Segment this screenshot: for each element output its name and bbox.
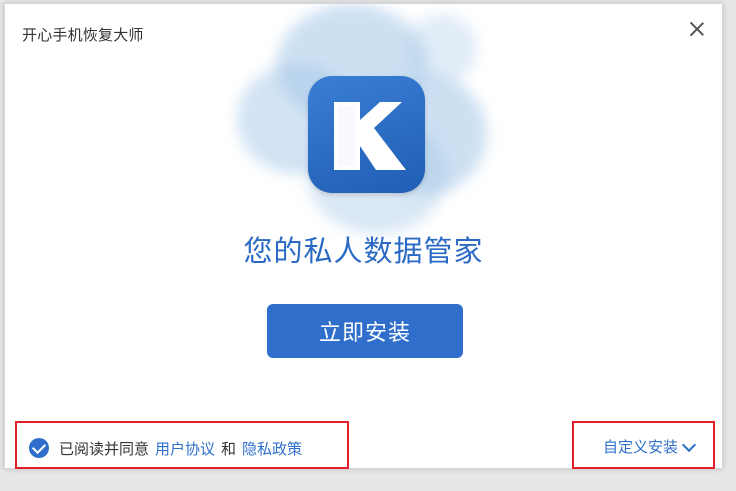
close-icon[interactable]	[688, 20, 706, 38]
custom-install-label: 自定义安装	[602, 438, 678, 456]
install-now-button[interactable]: 立即安装	[267, 304, 463, 358]
and-text: 和	[221, 439, 237, 458]
agree-text: 已阅读并同意	[59, 439, 150, 458]
agreement-row: 已阅读并同意 用户协议 和 隐私政策	[29, 436, 308, 460]
tagline: 您的私人数据管家	[243, 234, 484, 268]
k-logo-icon	[308, 76, 425, 193]
user-agreement-link[interactable]: 用户协议	[155, 438, 215, 459]
window-title: 开心手机恢复大师	[22, 26, 144, 44]
chevron-down-icon	[681, 437, 697, 452]
installer-window: 开心手机恢复大师 您的私人数据管家 立即安装 已阅读并同意 用户协议 和 隐私政…	[4, 3, 723, 469]
privacy-policy-link[interactable]: 隐私政策	[242, 438, 302, 459]
custom-install-button[interactable]: 自定义安装	[602, 436, 697, 457]
checkmark-circle-icon[interactable]	[29, 438, 49, 458]
